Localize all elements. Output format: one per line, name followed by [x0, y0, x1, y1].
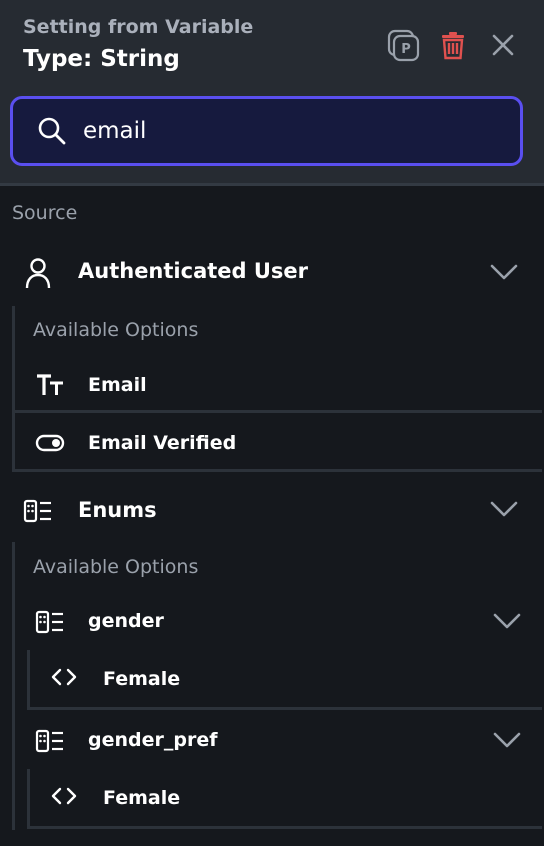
- enum-divider: [27, 707, 542, 710]
- chevron-down-icon[interactable]: [492, 730, 522, 750]
- enum-gender[interactable]: gender: [88, 608, 164, 634]
- enum-value-female[interactable]: Female: [103, 785, 180, 811]
- group-indent-line: [12, 306, 15, 472]
- trash-icon[interactable]: [436, 28, 470, 62]
- group-enums[interactable]: Enums: [78, 495, 157, 525]
- chevron-down-icon[interactable]: [492, 611, 522, 631]
- enum-gender-pref[interactable]: gender_pref: [88, 727, 218, 753]
- code-icon: [50, 665, 78, 689]
- available-options-label: Available Options: [33, 556, 199, 578]
- enum-value-female[interactable]: Female: [103, 666, 180, 692]
- parameter-icon[interactable]: P: [386, 28, 420, 62]
- header-panel: Setting from Variable Type: String P: [0, 0, 544, 186]
- svg-text:P: P: [401, 42, 411, 57]
- option-email-verified[interactable]: Email Verified: [88, 430, 236, 456]
- available-options-label: Available Options: [33, 319, 199, 341]
- user-icon: [22, 256, 54, 290]
- code-icon: [50, 784, 78, 808]
- search-box[interactable]: [10, 96, 523, 166]
- toggle-icon: [34, 428, 66, 458]
- text-type-icon: [34, 370, 66, 400]
- search-input[interactable]: [81, 117, 485, 145]
- chevron-down-icon[interactable]: [489, 499, 519, 519]
- type-label: Type: String: [23, 46, 180, 72]
- group-authenticated-user[interactable]: Authenticated User: [78, 256, 308, 286]
- panel-title: Setting from Variable: [23, 16, 254, 38]
- enum-indent-line: [27, 769, 30, 827]
- option-divider: [12, 410, 542, 413]
- enum-indent-line: [27, 650, 30, 708]
- enum-divider: [27, 826, 542, 829]
- enum-icon: [22, 496, 54, 526]
- source-label: Source: [12, 202, 78, 224]
- group-divider: [12, 469, 542, 472]
- option-email[interactable]: Email: [88, 372, 147, 398]
- enum-icon: [34, 727, 66, 755]
- group-indent-line: [12, 542, 15, 830]
- close-icon[interactable]: [486, 28, 520, 62]
- chevron-down-icon[interactable]: [489, 262, 519, 282]
- enum-icon: [34, 608, 66, 636]
- search-icon: [37, 115, 69, 147]
